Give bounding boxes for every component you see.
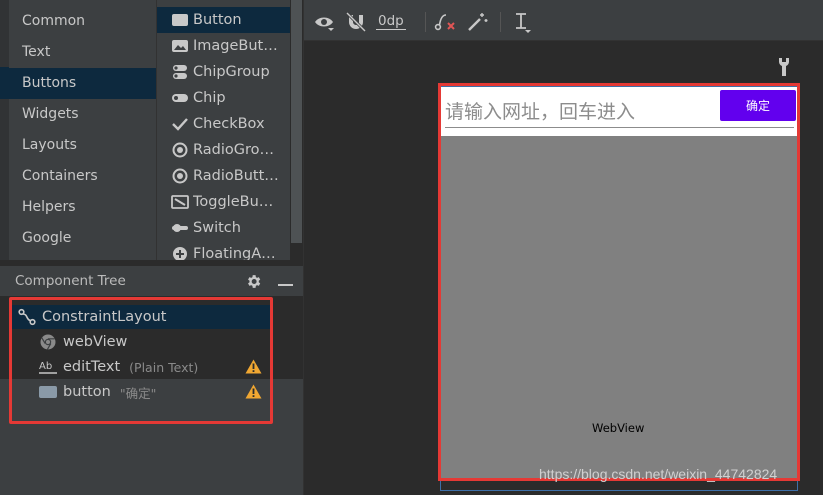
wrench-icon[interactable] — [777, 57, 791, 77]
magic-wand-icon[interactable] — [467, 12, 489, 32]
category-containers[interactable]: Containers — [9, 161, 156, 192]
widget-label: ToggleBu… — [193, 194, 274, 210]
magnet-off-icon[interactable] — [346, 12, 366, 32]
category-buttons[interactable]: Buttons — [9, 68, 156, 99]
switch-icon — [172, 224, 188, 232]
widget-button[interactable]: Button — [157, 7, 290, 33]
widget-label: RadioButt… — [193, 168, 279, 184]
toolbar-separator — [500, 12, 501, 32]
widget-radio-button[interactable]: RadioButt… — [157, 163, 290, 189]
category-common[interactable]: Common — [9, 6, 156, 37]
guidelines-icon[interactable] — [512, 12, 532, 34]
radio-button-icon — [172, 168, 188, 184]
widget-label: Switch — [193, 220, 241, 236]
toolbar-separator — [425, 12, 426, 32]
widget-label: CheckBox — [193, 116, 265, 132]
highlight-box-component-tree — [9, 297, 273, 424]
widget-floating-action-button[interactable]: FloatingA… — [157, 241, 290, 260]
widget-chip[interactable]: Chip — [157, 85, 290, 111]
widget-label: ImageBut… — [193, 38, 278, 54]
widget-toggle-button[interactable]: ToggleBu… — [157, 189, 290, 215]
palette-categories: Common Text Buttons Widgets Layouts Cont… — [0, 0, 156, 260]
left-strip-highlight — [0, 67, 9, 99]
design-toolbar: 0dp — [304, 0, 823, 41]
widget-switch[interactable]: Switch — [157, 215, 290, 241]
watermark-text: https://blog.csdn.net/weixin_44742824 — [539, 466, 778, 482]
radio-group-icon — [172, 142, 188, 158]
minimize-icon[interactable] — [278, 284, 293, 286]
widget-label: RadioGro… — [193, 142, 274, 158]
widget-radio-group[interactable]: RadioGro… — [157, 137, 290, 163]
toggle-button-icon — [171, 195, 189, 209]
widget-chip-group[interactable]: ChipGroup — [157, 59, 290, 85]
checkbox-icon — [172, 118, 188, 131]
category-widgets[interactable]: Widgets — [9, 99, 156, 130]
gear-icon[interactable] — [245, 273, 262, 290]
category-text[interactable]: Text — [9, 37, 156, 68]
widget-label: Button — [193, 12, 242, 28]
highlight-box-device — [438, 83, 800, 481]
category-layouts[interactable]: Layouts — [9, 130, 156, 161]
widget-label: FloatingA… — [193, 246, 276, 260]
eye-icon[interactable] — [314, 14, 334, 32]
button-icon — [172, 14, 188, 26]
chip-group-icon — [173, 65, 187, 79]
widget-checkbox[interactable]: CheckBox — [157, 111, 290, 137]
component-tree-title: Component Tree — [15, 273, 126, 289]
palette-widgets: Button ImageBut… ChipGroup Chip CheckBox… — [156, 0, 290, 260]
category-google[interactable]: Google — [9, 223, 156, 254]
widget-label: ChipGroup — [193, 64, 270, 80]
left-tool-strip — [0, 0, 9, 260]
widget-label: Chip — [193, 90, 226, 106]
chip-icon — [172, 94, 188, 102]
default-margin-value[interactable]: 0dp — [376, 14, 406, 30]
image-button-icon — [172, 40, 188, 52]
clear-constraints-icon[interactable] — [434, 12, 458, 32]
category-helpers[interactable]: Helpers — [9, 192, 156, 223]
widget-image-button[interactable]: ImageBut… — [157, 33, 290, 59]
fab-icon — [173, 247, 187, 260]
widgets-scrollbar[interactable] — [291, 0, 302, 243]
